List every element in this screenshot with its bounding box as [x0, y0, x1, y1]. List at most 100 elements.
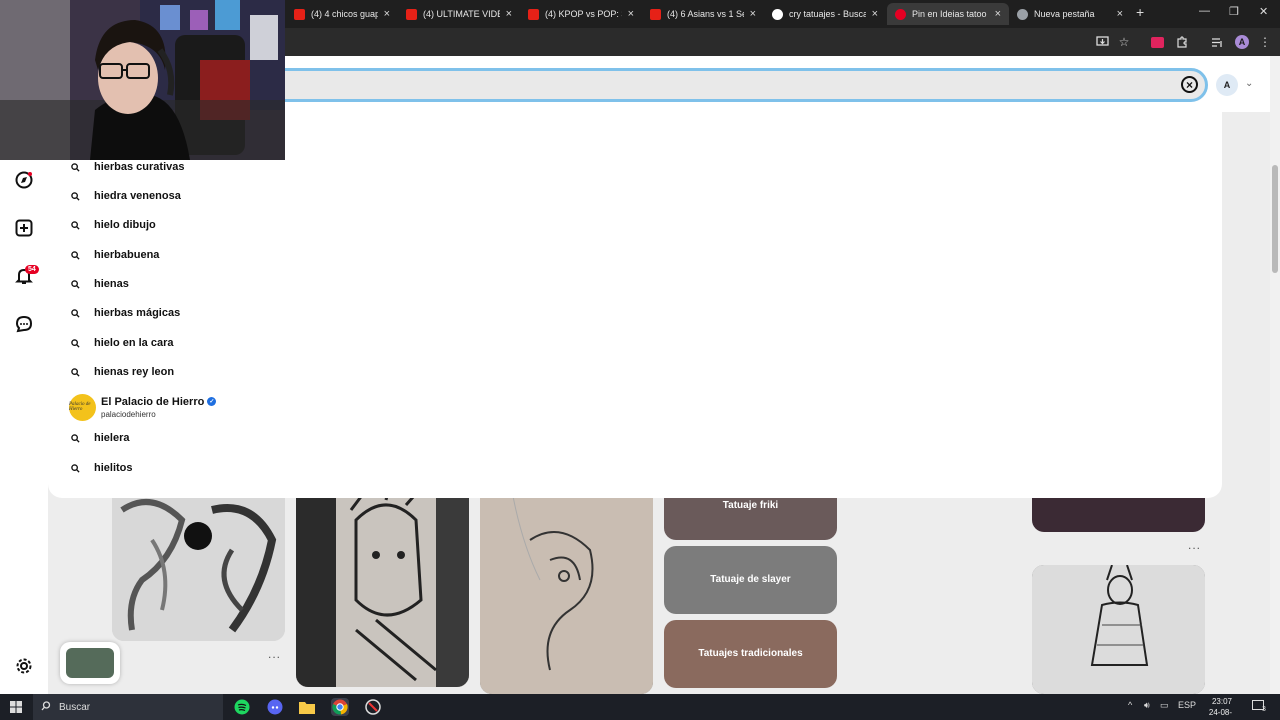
tab-youtube-2[interactable]: (4) ULTIMATE VIDEO×: [398, 3, 520, 25]
volume-icon[interactable]: 🔊︎: [1144, 700, 1150, 711]
clear-search-button[interactable]: ×: [1181, 76, 1198, 93]
menu-kebab-icon[interactable]: ⋮: [1257, 34, 1273, 50]
scrollbar-thumb[interactable]: [1272, 165, 1278, 273]
new-tab-button[interactable]: +: [1136, 4, 1144, 20]
close-icon[interactable]: ×: [506, 8, 512, 20]
suggestion-label: hiedra venenosa: [94, 190, 181, 202]
search-icon: [70, 367, 80, 377]
pin-tatuaje-slayer[interactable]: Tatuaje de slayer: [664, 546, 837, 614]
chrome-icon[interactable]: [331, 698, 349, 716]
pin-more-button[interactable]: ...: [1188, 538, 1201, 552]
search-suggestions-dropdown: [48, 112, 1222, 498]
file-explorer-icon[interactable]: [298, 698, 316, 716]
suggestion-label: hienas rey leon: [94, 366, 175, 378]
app-icon[interactable]: [364, 698, 382, 716]
search-icon: [70, 463, 80, 473]
suggestion-item[interactable]: hielera: [70, 428, 129, 448]
tab-youtube-1[interactable]: (4) 4 chicos guapos t×: [286, 3, 398, 25]
media-controls-icon[interactable]: [1209, 34, 1225, 50]
messages-icon[interactable]: [14, 314, 34, 334]
chrome-icon: [1017, 8, 1028, 20]
bookmark-star-icon[interactable]: ☆: [1116, 34, 1132, 50]
suggestion-label: hierbas mágicas: [94, 307, 181, 319]
search-icon: [70, 162, 80, 172]
extension-icon[interactable]: [1149, 34, 1165, 50]
webcam-overlay: [0, 0, 285, 160]
minimize-icon[interactable]: —: [1199, 5, 1210, 17]
tab-youtube-3[interactable]: (4) KPOP vs POP: 3 S×: [520, 3, 642, 25]
taskbar-clock[interactable]: 23:0724-08-2025: [1196, 696, 1232, 720]
tab-google-search[interactable]: cry tatuajes - Buscar ×: [764, 3, 886, 25]
pin-image: [112, 480, 285, 641]
search-icon: [70, 308, 80, 318]
spotify-icon[interactable]: [233, 698, 251, 716]
search-icon: [70, 338, 80, 348]
account-handle: palaciodehierro: [101, 409, 156, 419]
youtube-icon: [650, 8, 661, 20]
suggestion-item[interactable]: hienas: [70, 274, 129, 294]
youtube-icon: [406, 8, 417, 20]
suggestion-item[interactable]: hiedra venenosa: [70, 186, 181, 206]
suggestion-item[interactable]: hierbabuena: [70, 245, 159, 265]
close-icon[interactable]: ×: [384, 8, 390, 20]
settings-gear-icon[interactable]: [14, 656, 34, 676]
close-icon[interactable]: ×: [995, 8, 1001, 20]
google-icon: [772, 8, 783, 20]
suggestion-item[interactable]: hielo dibujo: [70, 215, 156, 235]
account-name: El Palacio de Hierro ✓: [101, 395, 217, 408]
pin-image: [296, 480, 469, 687]
suggestion-label: hielo en la cara: [94, 337, 174, 349]
search-icon: [70, 279, 80, 289]
language-indicator[interactable]: ESP: [1178, 700, 1196, 710]
suggestion-label: hierbabuena: [94, 249, 160, 261]
pin-anime-tattoo[interactable]: [296, 480, 469, 687]
suggestion-label: hielitos: [94, 462, 133, 474]
notification-count: 3: [1262, 706, 1266, 713]
youtube-icon: [294, 8, 305, 20]
tab-pinterest[interactable]: Pin en Ideias tatoo ×: [887, 3, 1009, 25]
profile-avatar[interactable]: A: [1235, 35, 1249, 49]
discord-icon[interactable]: [266, 698, 284, 716]
pin-image: [480, 480, 653, 694]
maximize-icon[interactable]: ❐: [1229, 5, 1239, 18]
avatar[interactable]: A: [1216, 74, 1238, 96]
compass-explore-icon[interactable]: [14, 170, 34, 190]
search-icon: [70, 191, 80, 201]
suggestion-item[interactable]: hielo en la cara: [70, 333, 173, 353]
pin-label: Tatuaje friki: [722, 500, 779, 511]
window-close-icon[interactable]: ✕: [1259, 5, 1268, 18]
pin-character-tattoo[interactable]: [1032, 565, 1205, 694]
tray-chevron-icon[interactable]: ^: [1128, 700, 1132, 710]
suggestion-item[interactable]: hielitos: [70, 458, 133, 478]
install-app-icon[interactable]: [1094, 34, 1110, 50]
pin-tatuajes-tradicionales[interactable]: Tatuajes tradicionales: [664, 620, 837, 688]
close-icon[interactable]: ×: [872, 8, 878, 20]
taskbar-search[interactable]: Buscar: [33, 694, 223, 720]
pin-more-button[interactable]: ...: [268, 647, 281, 661]
suggestion-item[interactable]: hierbas mágicas: [70, 303, 180, 323]
suggestion-label: hienas: [94, 278, 129, 290]
close-icon[interactable]: ×: [628, 8, 634, 20]
tab-youtube-4[interactable]: (4) 6 Asians vs 1 Sec ×: [642, 3, 764, 25]
network-icon[interactable]: ▭: [1160, 700, 1169, 711]
youtube-icon: [528, 8, 539, 20]
pin-image: [1032, 565, 1205, 694]
tab-new-tab[interactable]: Nueva pestaña ×: [1009, 3, 1131, 25]
pin-line-tattoo[interactable]: [480, 480, 653, 694]
suggestion-item[interactable]: hienas rey leon: [70, 362, 174, 382]
page-scrollbar[interactable]: [1270, 56, 1280, 694]
search-icon: [70, 250, 80, 260]
close-icon[interactable]: ×: [1117, 8, 1123, 20]
floating-pin-thumbnail[interactable]: [60, 642, 120, 684]
pin-label: Tatuaje de slayer: [710, 574, 791, 585]
verified-check-icon: ✓: [207, 397, 217, 406]
account-suggestion[interactable]: Palacio de Hierro El Palacio de Hierro ✓ …: [69, 392, 217, 422]
pin-chest-tattoo[interactable]: [112, 480, 285, 641]
suggestion-item[interactable]: hierbas curativas: [70, 157, 185, 177]
create-plus-icon[interactable]: [14, 218, 34, 238]
close-icon[interactable]: ×: [750, 8, 756, 20]
search-icon: [70, 433, 80, 443]
windows-start-icon[interactable]: [10, 701, 22, 713]
chevron-down-icon[interactable]: ⌄: [1245, 78, 1253, 89]
puzzle-extensions-icon[interactable]: [1174, 34, 1190, 50]
